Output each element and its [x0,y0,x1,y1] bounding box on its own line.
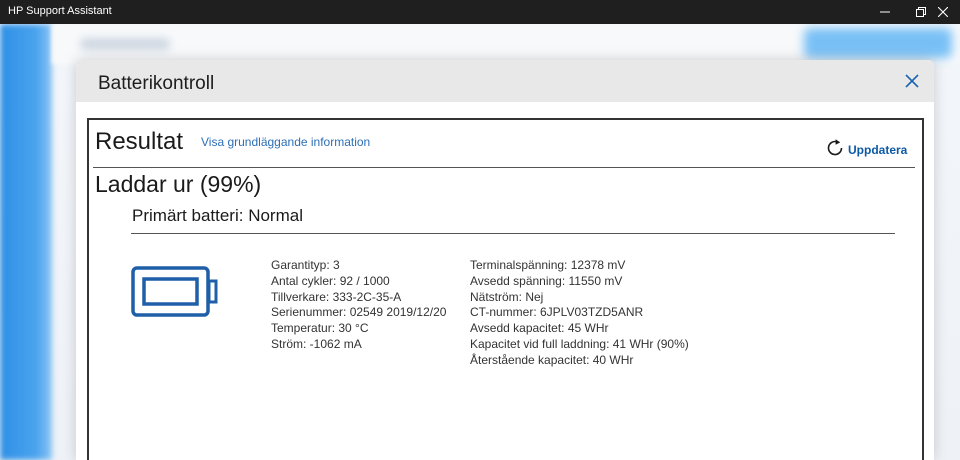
background-blur-text [80,38,170,50]
background-sidebar [0,24,52,460]
result-heading: Resultat [95,128,184,155]
detail-temperature: Temperatur: 30 °C [271,321,369,336]
basic-info-link[interactable]: Visa grundläggande information [201,135,370,149]
detail-cycle-count: Antal cykler: 92 / 1000 [271,273,390,288]
detail-ct-number: CT-nummer: 6JPLV03TZD5ANR [470,305,644,320]
battery-icon [131,266,221,324]
restore-icon [916,7,926,17]
minimize-button[interactable] [868,0,902,24]
refresh-button[interactable]: Uppdatera [825,139,907,161]
detail-design-capacity: Avsedd kapacitet: 45 WHr [470,321,609,336]
background-blur-button [804,28,952,58]
minimize-icon [880,7,890,17]
detail-terminal-voltage: Terminalspänning: 12378 mV [470,258,626,272]
dialog-close-button[interactable] [905,73,923,91]
dialog-title: Batterikontroll [98,73,215,94]
result-panel: Resultat Visa grundläggande information … [87,118,924,460]
battery-status-heading: Primärt batteri: Normal [132,206,303,225]
charge-status: Laddar ur (99%) [95,171,262,197]
detail-remaining-capacity: Återstående kapacitet: 40 WHr [470,352,634,367]
window-title: HP Support Assistant [8,5,112,17]
detail-current: Ström: -1062 mA [271,336,362,351]
detail-warranty-type: Garantityp: 3 [271,258,340,272]
divider [93,167,915,168]
detail-serial-number: Serienummer: 02549 2019/12/20 [271,305,447,320]
dialog-header: Batterikontroll [76,60,934,102]
battery-details-right: Terminalspänning: 12378 mV Avsedd spänni… [470,258,689,369]
close-window-button[interactable] [926,0,960,24]
battery-check-dialog: Batterikontroll Resultat Visa grundlägga… [76,60,934,460]
refresh-label: Uppdatera [848,143,908,157]
close-icon [938,7,948,17]
detail-manufacturer: Tillverkare: 333-2C-35-A [271,289,402,304]
window-titlebar: HP Support Assistant [0,0,960,24]
detail-ac-power: Nätström: Nej [470,289,544,304]
refresh-icon [825,138,845,162]
close-icon [905,73,919,92]
detail-design-voltage: Avsedd spänning: 11550 mV [470,273,623,288]
detail-full-charge-capacity: Kapacitet vid full laddning: 41 WHr (90%… [470,336,689,351]
battery-details-left: Garantityp: 3 Antal cykler: 92 / 1000 Ti… [271,258,446,353]
divider [131,233,895,234]
